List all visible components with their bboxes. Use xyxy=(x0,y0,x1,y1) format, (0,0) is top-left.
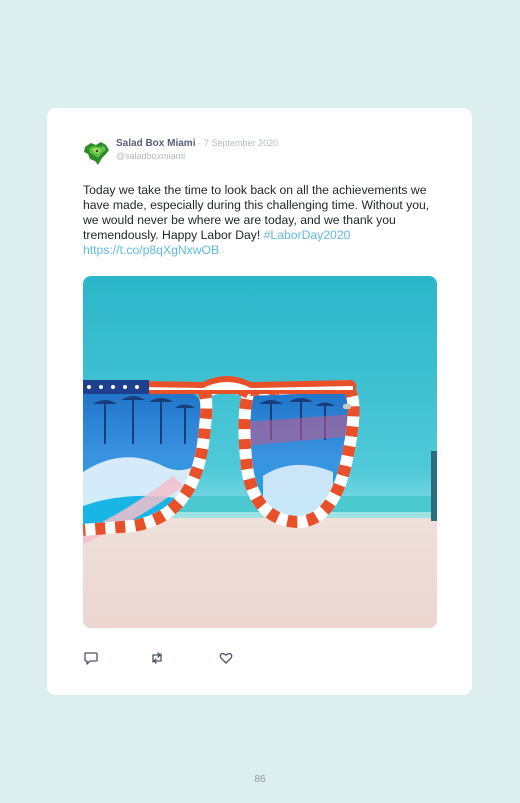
tweet-actions xyxy=(83,650,283,666)
tweet-text: Today we take the time to look back on a… xyxy=(83,183,443,258)
reply-icon xyxy=(84,652,98,665)
retweet-button[interactable] xyxy=(149,650,165,666)
author-name[interactable]: Salad Box Miami xyxy=(116,138,195,149)
tweet-date[interactable]: 7 September 2020 xyxy=(204,138,278,148)
author-line: Salad Box Miami · 7 September 2020 xyxy=(116,138,278,149)
page-number: 86 xyxy=(254,774,266,785)
separator: · xyxy=(198,138,202,148)
hashtag-link[interactable]: #LaborDay2020 xyxy=(264,228,351,242)
reply-button[interactable] xyxy=(83,650,99,666)
sunglasses-beach-photo-icon xyxy=(83,276,437,628)
tweet-body: Today we take the time to look back on a… xyxy=(83,183,430,242)
retweet-icon xyxy=(152,652,162,664)
url-link[interactable]: https://t.co/p8qXgNxwOB xyxy=(83,243,219,257)
tweet-card: Salad Box Miami · 7 September 2020 @sala… xyxy=(47,108,472,695)
like-button[interactable] xyxy=(218,650,234,666)
heart-icon xyxy=(219,652,233,664)
avatar[interactable] xyxy=(82,138,112,168)
tweet-photo[interactable] xyxy=(83,276,437,628)
author-handle[interactable]: @saladboxmiami xyxy=(116,151,185,161)
salad-box-logo-icon xyxy=(84,142,109,165)
